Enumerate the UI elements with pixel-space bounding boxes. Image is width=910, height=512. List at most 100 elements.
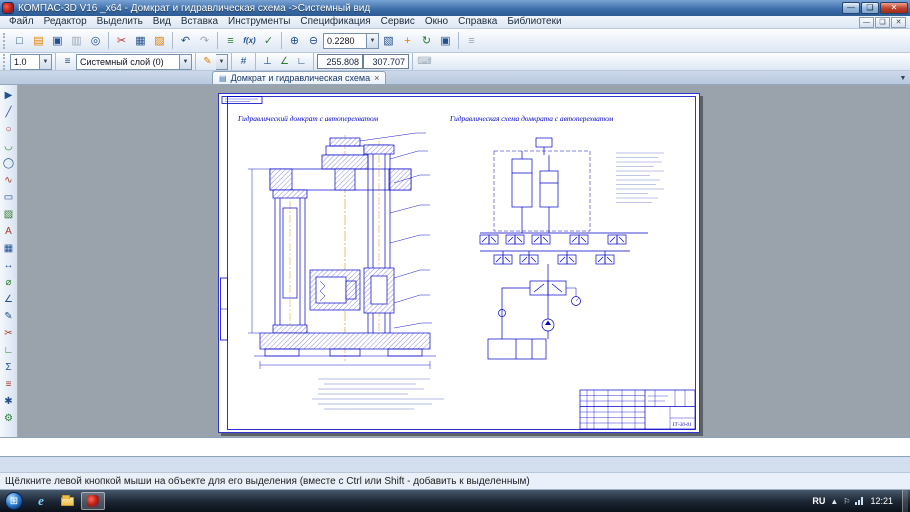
text-tool-icon[interactable]: A bbox=[1, 223, 17, 240]
spellcheck-button[interactable]: ✓ bbox=[259, 31, 278, 50]
menu-view[interactable]: Вид bbox=[148, 16, 176, 28]
specification-tool-icon[interactable]: Σ bbox=[1, 359, 17, 376]
tray-expand-icon[interactable]: ▲ bbox=[830, 497, 838, 506]
menu-select[interactable]: Выделить bbox=[92, 16, 148, 28]
menu-window[interactable]: Окно bbox=[420, 16, 453, 28]
minimize-button[interactable]: — bbox=[842, 2, 860, 14]
cursor-x-field[interactable] bbox=[317, 54, 363, 69]
mdi-minimize-button[interactable]: — bbox=[859, 17, 874, 28]
zoom-out-button[interactable]: ⊖ bbox=[304, 31, 323, 50]
layer-dropdown-button[interactable]: ▼ bbox=[180, 54, 192, 70]
menu-insert[interactable]: Вставка bbox=[176, 16, 223, 28]
undo-button[interactable]: ↶ bbox=[176, 31, 195, 50]
hatch-tool-icon[interactable]: ▨ bbox=[1, 206, 17, 223]
menu-libraries[interactable]: Библиотеки bbox=[502, 16, 566, 28]
start-button[interactable]: ⊞ bbox=[5, 492, 23, 510]
menu-editor[interactable]: Редактор bbox=[39, 16, 92, 28]
property-bar[interactable] bbox=[0, 437, 910, 457]
zoom-value-input[interactable] bbox=[323, 33, 367, 49]
taskbar-kompas-button[interactable] bbox=[81, 492, 105, 510]
title-bar[interactable]: КОМПАС-3D V16 _x64 - Домкрат и гидравлич… bbox=[0, 0, 910, 16]
table-tool-icon[interactable]: ▦ bbox=[1, 240, 17, 257]
layers-button[interactable]: ≡ bbox=[59, 54, 76, 69]
menu-help[interactable]: Справка bbox=[453, 16, 502, 28]
drawing-canvas[interactable]: Гидравлический домкрат с автоперехватом … bbox=[18, 85, 910, 437]
current-layer-value[interactable]: Системный слой (0) bbox=[76, 54, 180, 70]
mdi-restore-button[interactable]: ❏ bbox=[875, 17, 890, 28]
menu-file[interactable]: Файл bbox=[4, 16, 39, 28]
measure-tool-icon[interactable]: ∟ bbox=[1, 342, 17, 359]
menu-service[interactable]: Сервис bbox=[376, 16, 420, 28]
language-indicator[interactable]: RU bbox=[812, 496, 825, 506]
edit-tool-icon[interactable]: ✎ bbox=[1, 308, 17, 325]
jack-assembly-drawing[interactable] bbox=[248, 133, 436, 369]
pan-button[interactable]: + bbox=[398, 31, 417, 50]
close-button[interactable]: ✕ bbox=[880, 2, 908, 14]
keyboard-input-button[interactable]: ⌨ bbox=[416, 54, 433, 69]
cursor-step-input[interactable] bbox=[10, 54, 40, 70]
drawing-title-left[interactable]: Гидравлический домкрат с автоперехватом bbox=[237, 114, 378, 123]
arc-tool-icon[interactable]: ◡ bbox=[1, 138, 17, 155]
save-button[interactable]: ▣ bbox=[48, 31, 67, 50]
copy-button[interactable]: ▦ bbox=[131, 31, 150, 50]
action-center-flag-icon[interactable]: ⚐ bbox=[843, 497, 850, 506]
title-block[interactable]: ГГ-30-01 bbox=[580, 390, 695, 429]
taskbar-ie-icon[interactable]: e bbox=[29, 492, 53, 510]
new-document-button[interactable]: □ bbox=[10, 31, 29, 50]
redo-button[interactable]: ↷ bbox=[195, 31, 214, 50]
clock[interactable]: 12:21 bbox=[870, 496, 893, 506]
properties-button[interactable]: ≡ bbox=[462, 31, 481, 50]
layers-tool-icon[interactable]: ≡ bbox=[1, 376, 17, 393]
open-document-button[interactable]: ▤ bbox=[29, 31, 48, 50]
tab-list-dropdown-button[interactable]: ▼ bbox=[896, 72, 910, 84]
diameter-tool-icon[interactable]: ⌀ bbox=[1, 274, 17, 291]
ortho-mode-button[interactable]: ⊥ bbox=[259, 54, 276, 69]
circle-tool-icon[interactable]: ○ bbox=[1, 121, 17, 138]
drawing-sheet[interactable]: Гидравлический домкрат с автоперехватом … bbox=[218, 93, 700, 433]
grid-button[interactable]: # bbox=[235, 54, 252, 69]
local-cs-button[interactable]: ∟ bbox=[293, 54, 310, 69]
zoom-dropdown-button[interactable]: ▼ bbox=[367, 33, 379, 49]
mdi-close-button[interactable]: ✕ bbox=[891, 17, 906, 28]
panel-dock-area bbox=[0, 457, 910, 473]
drawing-title-right[interactable]: Гидравлическая схема домкрата с автопере… bbox=[449, 114, 614, 123]
toolbar-grip[interactable] bbox=[3, 33, 7, 49]
menu-tools[interactable]: Инструменты bbox=[223, 16, 295, 28]
cursor-step-dropdown[interactable]: ▼ bbox=[40, 54, 52, 70]
cursor-y-field[interactable] bbox=[363, 54, 409, 69]
zoom-area-button[interactable]: ▧ bbox=[379, 31, 398, 50]
cut-button[interactable]: ✂ bbox=[112, 31, 131, 50]
toolbar-grip[interactable] bbox=[3, 54, 7, 70]
drawing-notes[interactable] bbox=[312, 379, 444, 409]
ellipse-tool-icon[interactable]: ◯ bbox=[1, 155, 17, 172]
paste-button[interactable]: ▨ bbox=[150, 31, 169, 50]
fit-document-button[interactable]: ▣ bbox=[436, 31, 455, 50]
settings-tool-icon[interactable]: ⚙ bbox=[1, 410, 17, 427]
menu-specification[interactable]: Спецификация bbox=[295, 16, 375, 28]
spline-tool-icon[interactable]: ∿ bbox=[1, 172, 17, 189]
pencil-style-button[interactable]: ✎ bbox=[199, 54, 216, 69]
hydraulic-schematic[interactable] bbox=[480, 138, 664, 359]
tab-close-icon[interactable]: × bbox=[374, 73, 379, 83]
maximize-button[interactable]: ❏ bbox=[861, 2, 879, 14]
refresh-view-button[interactable]: ↻ bbox=[417, 31, 436, 50]
pencil-style-dropdown[interactable]: ▼ bbox=[216, 54, 228, 70]
rectangle-tool-icon[interactable]: ▭ bbox=[1, 189, 17, 206]
select-tool-icon[interactable]: ▶ bbox=[1, 87, 17, 104]
network-icon[interactable] bbox=[855, 497, 863, 505]
print-preview-button[interactable]: ◎ bbox=[86, 31, 105, 50]
dimension-tool-icon[interactable]: ↔ bbox=[1, 257, 17, 274]
angle-tool-icon[interactable]: ∠ bbox=[1, 291, 17, 308]
show-desktop-button[interactable] bbox=[902, 490, 908, 512]
line-tool-icon[interactable]: ╱ bbox=[1, 104, 17, 121]
macro-tool-icon[interactable]: ✱ bbox=[1, 393, 17, 410]
snap-angle-button[interactable]: ∠ bbox=[276, 54, 293, 69]
document-manager-button[interactable]: ≡ bbox=[221, 31, 240, 50]
print-button[interactable]: ▥ bbox=[67, 31, 86, 50]
tab-document-active[interactable]: ▤ Домкрат и гидравлическая схема × bbox=[212, 71, 386, 84]
trim-tool-icon[interactable]: ✂ bbox=[1, 325, 17, 342]
zoom-in-button[interactable]: ⊕ bbox=[285, 31, 304, 50]
taskbar-explorer-icon[interactable] bbox=[55, 492, 79, 510]
toolbar-separator bbox=[108, 32, 109, 49]
variables-button[interactable]: f(x) bbox=[240, 31, 259, 50]
